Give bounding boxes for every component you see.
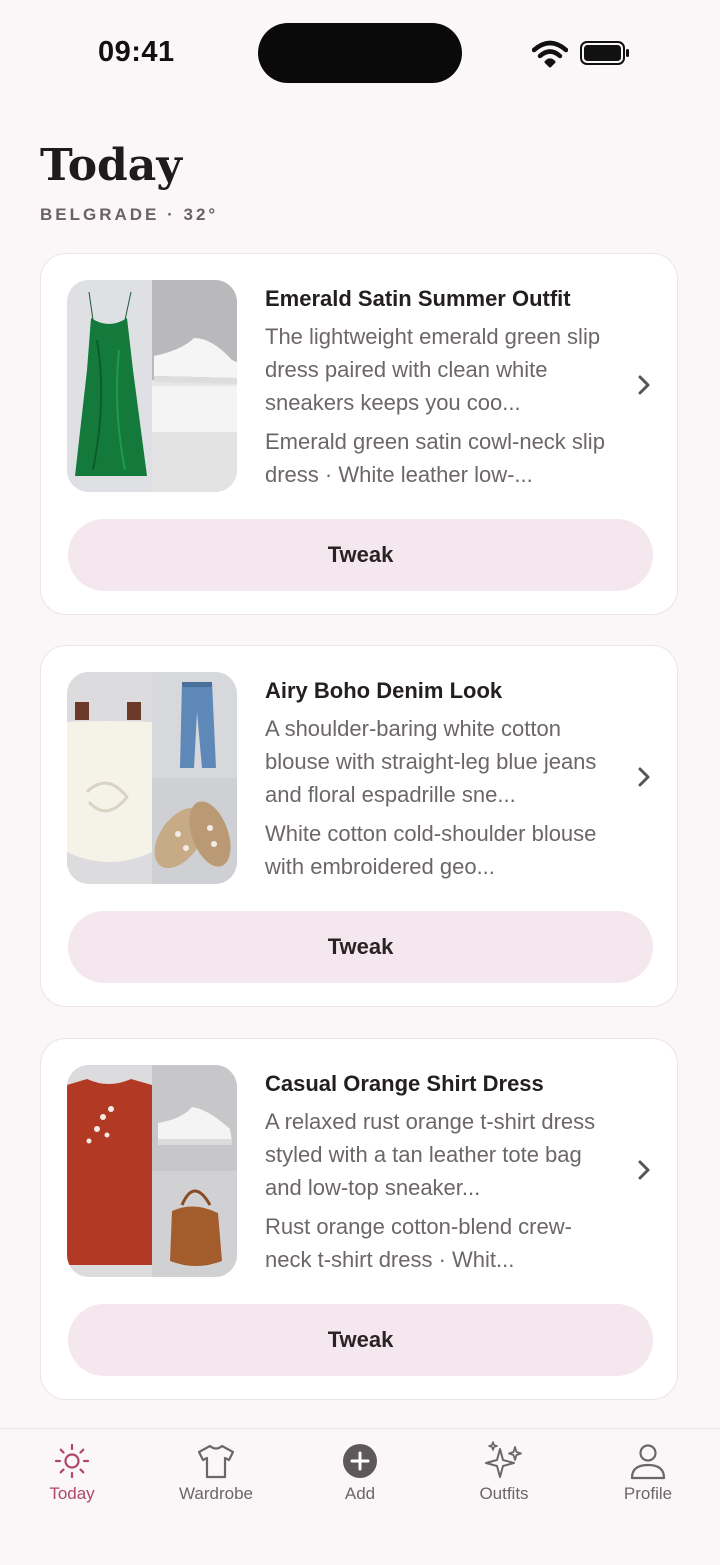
outfit-items: White cotton cold-shoulder blouse with e… xyxy=(265,821,597,879)
tweak-button[interactable]: Tweak xyxy=(68,1304,653,1376)
outfit-description: A relaxed rust orange t-shirt dress styl… xyxy=(265,1109,596,1200)
status-bar: 09:41 xyxy=(0,0,720,100)
outfit-title: Casual Orange Shirt Dress xyxy=(265,1071,544,1096)
tab-bar: Today Wardrobe Add Outfits Profile xyxy=(0,1428,720,1565)
outfit-title: Emerald Satin Summer Outfit xyxy=(265,286,571,311)
outfit-items: Emerald green satin cowl-neck slip dress… xyxy=(265,429,605,487)
plus-circle-icon xyxy=(343,1444,377,1478)
tshirt-icon xyxy=(197,1444,235,1479)
white-sneaker-image xyxy=(152,1065,237,1171)
tab-label: Outfits xyxy=(479,1484,529,1503)
sun-icon xyxy=(54,1443,90,1479)
tab-profile[interactable]: Profile xyxy=(576,1429,720,1529)
white-sneaker-image xyxy=(152,280,237,386)
outfit-description: A shoulder-baring white cotton blouse wi… xyxy=(265,716,597,807)
battery-icon xyxy=(580,41,629,65)
white-blouse-image xyxy=(67,672,152,884)
person-icon xyxy=(630,1444,666,1480)
chevron-right-icon[interactable] xyxy=(635,1157,653,1183)
wifi-icon xyxy=(532,40,568,68)
outfit-thumbnail xyxy=(67,280,237,492)
outfit-thumbnail xyxy=(67,1065,237,1277)
outfit-thumbnail xyxy=(67,672,237,884)
outfit-card[interactable]: Airy Boho Denim Look A shoulder-baring w… xyxy=(40,645,678,1007)
dynamic-island xyxy=(258,23,462,83)
outfit-card[interactable]: Emerald Satin Summer Outfit The lightwei… xyxy=(40,253,678,615)
chevron-right-icon[interactable] xyxy=(635,764,653,790)
location-weather: BELGRADE · 32° xyxy=(40,205,219,224)
tan-tote-bag-image xyxy=(152,1171,237,1277)
tab-label: Add xyxy=(344,1484,376,1503)
white-sneaker-image xyxy=(152,386,237,492)
outfit-items: Rust orange cotton-blend crew-neck t-shi… xyxy=(265,1214,572,1272)
blue-jeans-image xyxy=(152,672,237,778)
tweak-button[interactable]: Tweak xyxy=(68,911,653,983)
tab-label: Today xyxy=(49,1484,95,1503)
espadrille-shoes-image xyxy=(152,778,237,884)
tab-wardrobe[interactable]: Wardrobe xyxy=(144,1429,288,1529)
page-title: Today xyxy=(40,140,182,191)
tab-today[interactable]: Today xyxy=(0,1429,144,1529)
outfit-description: The lightweight emerald green slip dress… xyxy=(265,324,601,415)
chevron-right-icon[interactable] xyxy=(635,372,653,398)
tab-add[interactable]: Add xyxy=(288,1429,432,1529)
green-slip-dress-image xyxy=(67,280,152,492)
outfit-title: Airy Boho Denim Look xyxy=(265,678,503,703)
status-time: 09:41 xyxy=(98,36,175,68)
tweak-button[interactable]: Tweak xyxy=(68,519,653,591)
outfit-card[interactable]: Casual Orange Shirt Dress A relaxed rust… xyxy=(40,1038,678,1400)
orange-tshirt-dress-image xyxy=(67,1065,152,1277)
tab-outfits[interactable]: Outfits xyxy=(432,1429,576,1529)
tab-label: Profile xyxy=(623,1484,673,1503)
sparkles-icon xyxy=(485,1441,522,1478)
tab-label: Wardrobe xyxy=(178,1484,253,1503)
